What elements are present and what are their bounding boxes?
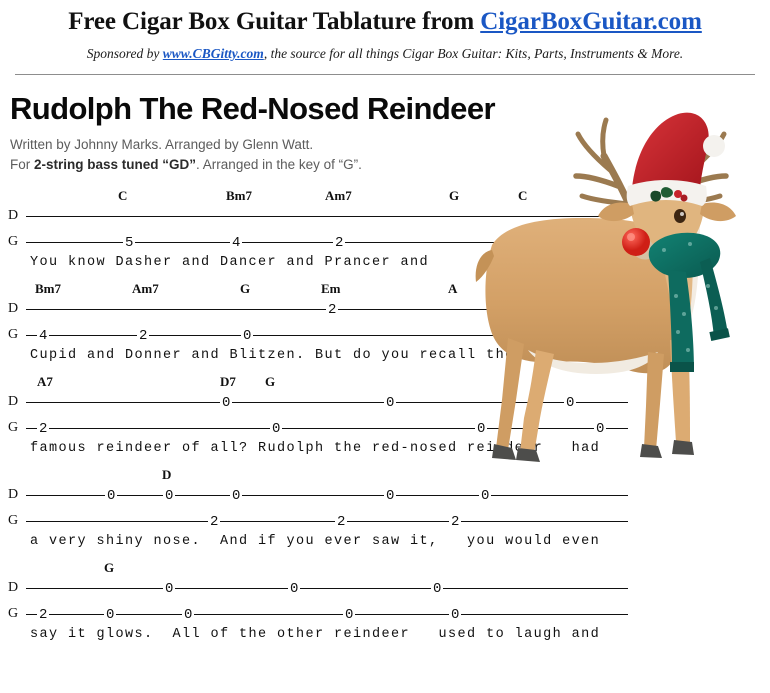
- fret-number: 5: [123, 235, 136, 252]
- fret-number: 0: [564, 395, 577, 412]
- fret-number: 2: [37, 607, 50, 624]
- tuning-prefix: For: [10, 156, 35, 172]
- tab-system: G D G 0 0 0 2 0 0 0 0 say it glows. All of the othe…: [8, 560, 770, 653]
- tab-staff: DG 5 4 2: [8, 208, 770, 252]
- chord-label: Em: [321, 281, 341, 297]
- chord-label: A: [448, 281, 458, 297]
- fret-number: 2: [326, 302, 339, 319]
- string-label-g: G: [8, 513, 19, 529]
- fret-number: 0: [475, 421, 488, 438]
- banner-title-text: Free Cigar Box Guitar Tablature from: [68, 8, 481, 35]
- fret-number: 0: [241, 328, 254, 345]
- lyric-line: say it glows. All of the other reindeer …: [30, 627, 601, 643]
- fret-number: 0: [182, 607, 195, 624]
- lyric-line: You know Dasher and Dancer and Prancer a…: [30, 255, 430, 271]
- fret-number: 0: [479, 488, 492, 505]
- tab-staff: DG 2 4 2 0: [8, 301, 770, 345]
- fret-number: 2: [208, 514, 221, 531]
- chord-label: Bm7: [35, 281, 61, 297]
- cigarboxguitar-link[interactable]: CigarBoxGuitar.com: [480, 8, 702, 35]
- fret-number: 0: [270, 421, 283, 438]
- lyric-line: famous reindeer of all? Rudolph the red-…: [30, 441, 601, 457]
- tab-staff: DG00000222: [8, 487, 770, 531]
- chord-label: A7: [37, 374, 53, 390]
- fret-number: 0: [163, 488, 176, 505]
- tuning-suffix: . Arranged in the key of “G”.: [196, 156, 362, 172]
- string-label-d: D: [8, 208, 19, 224]
- string-line-g: [26, 335, 628, 337]
- tablature-area: C Bm7 Am7 G C D G 5 4 2 You know Dasher and Dancer…: [0, 188, 770, 653]
- chord-label: C: [118, 188, 128, 204]
- tab-system: C Bm7 Am7 G C D G 5 4 2 You know Dasher and Dancer…: [8, 188, 770, 281]
- chord-row: A7 D7 G: [8, 374, 770, 392]
- fret-number: 0: [220, 395, 233, 412]
- tab-system: DDG00000222a very shiny nose. And if you…: [8, 467, 770, 560]
- fret-number: 0: [104, 607, 117, 624]
- fret-number: 0: [594, 421, 607, 438]
- string-label-g: G: [8, 327, 19, 343]
- chord-label: C: [518, 188, 528, 204]
- chord-label: Am7: [325, 188, 352, 204]
- chord-row: D: [8, 467, 770, 485]
- fret-number: 0: [105, 488, 118, 505]
- tab-system: Bm7 Am7 G Em A D G 2 4 2 0 Cupid and Donner and Bli…: [8, 281, 770, 374]
- string-line-d: [26, 588, 628, 590]
- chord-row: G: [8, 560, 770, 578]
- chord-label: Am7: [132, 281, 159, 297]
- fret-number: 2: [449, 514, 462, 531]
- fret-number: 0: [288, 581, 301, 598]
- fret-number: 2: [335, 514, 348, 531]
- page-title: Rudolph The Red-Nosed Reindeer: [10, 90, 496, 126]
- tab-system: A7 D7 G D G 0 0 0 2 0 0 0 famous reindeer of all? Ru…: [8, 374, 770, 467]
- fret-number: 4: [37, 328, 50, 345]
- string-label-d: D: [8, 301, 19, 317]
- song-header: Rudolph The Red-Nosed Reindeer Written b…: [0, 75, 770, 175]
- string-line-d: [26, 216, 628, 218]
- string-line-g: [26, 428, 628, 430]
- banner-title: Free Cigar Box Guitar Tablature from Cig…: [0, 8, 770, 37]
- cbgitty-link[interactable]: www.CBGitty.com: [163, 46, 264, 61]
- chord-label: D7: [220, 374, 236, 390]
- tab-staff: DG00020000: [8, 580, 770, 624]
- fret-number: 0: [163, 581, 176, 598]
- sponsor-prefix: Sponsored by: [86, 45, 163, 61]
- sponsor-line: Sponsored by www.CBGitty.com, the source…: [0, 46, 770, 62]
- chord-label: D: [162, 467, 172, 483]
- string-label-d: D: [8, 487, 19, 503]
- chord-row: C Bm7 Am7 G C: [8, 188, 770, 206]
- string-label-g: G: [8, 606, 19, 622]
- sponsor-suffix: , the source for all things Cigar Box Gu…: [263, 45, 684, 61]
- string-label-g: G: [8, 420, 19, 436]
- site-banner: Free Cigar Box Guitar Tablature from Cig…: [0, 0, 770, 75]
- song-credit: Written by Johnny Marks. Arranged by Gle…: [10, 137, 314, 153]
- tuning-value: 2-string bass tuned “GD”: [34, 156, 197, 172]
- string-line-g: [26, 521, 628, 523]
- fret-number: 0: [343, 607, 356, 624]
- tab-staff: DG0002000: [8, 394, 770, 438]
- chord-label: Bm7: [226, 188, 252, 204]
- lyric-line: a very shiny nose. And if you ever saw i…: [30, 534, 601, 550]
- fret-number: 0: [230, 488, 243, 505]
- fret-number: 2: [333, 235, 346, 252]
- string-label-d: D: [8, 394, 19, 410]
- chord-label: G: [240, 281, 251, 297]
- fret-number: 0: [384, 488, 397, 505]
- string-line-d: [26, 402, 628, 404]
- chord-row: Bm7 Am7 G Em A: [8, 281, 770, 299]
- chord-label: G: [265, 374, 276, 390]
- string-line-g: [26, 242, 628, 244]
- fret-number: 4: [230, 235, 243, 252]
- string-label-d: D: [8, 580, 19, 596]
- chord-label: G: [449, 188, 460, 204]
- fret-number: 0: [384, 395, 397, 412]
- fret-number: 0: [431, 581, 444, 598]
- chord-label: G: [104, 560, 115, 576]
- fret-number: 0: [449, 607, 462, 624]
- lyric-line: Cupid and Donner and Blitzen. But do you…: [30, 348, 563, 364]
- fret-number: 2: [137, 328, 150, 345]
- fret-number: 2: [37, 421, 50, 438]
- song-tuning: For 2-string bass tuned “GD”. Arranged i…: [10, 155, 770, 175]
- string-label-g: G: [8, 234, 19, 250]
